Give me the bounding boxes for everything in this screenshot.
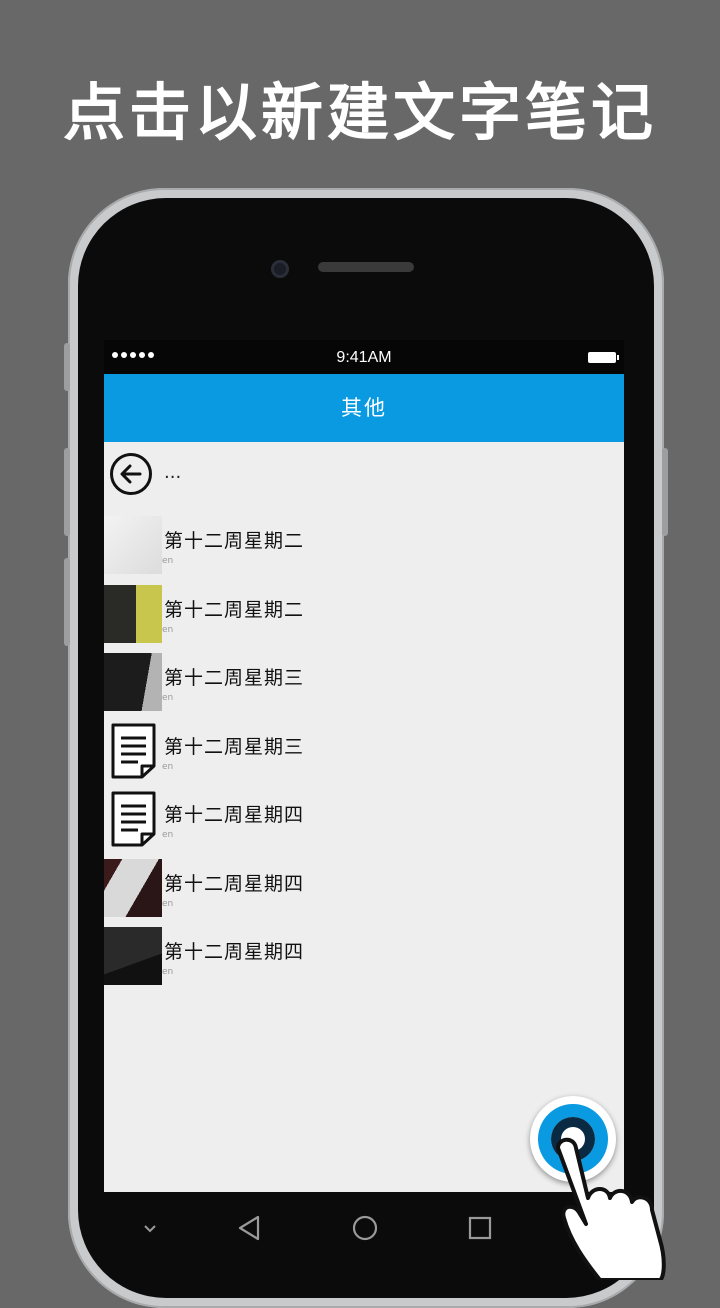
- nav-recents-icon[interactable]: [464, 1212, 496, 1244]
- status-time: 9:41AM: [336, 349, 392, 366]
- status-bar: 9:41AM: [104, 340, 624, 374]
- note-subtitle: en: [162, 830, 174, 840]
- nav-back-icon[interactable]: [234, 1212, 266, 1244]
- note-thumbnail: [104, 516, 162, 574]
- note-title: 第十二周星期四: [164, 941, 305, 963]
- note-title: 第十二周星期四: [164, 804, 305, 826]
- battery-icon: [588, 352, 619, 363]
- promo-headline: 点击以新建文字笔记: [62, 76, 657, 149]
- note-subtitle: en: [162, 967, 174, 977]
- note-item[interactable]: 第十二周星期四 en: [104, 921, 624, 990]
- document-icon: [111, 723, 156, 778]
- note-item[interactable]: 第十二周星期二 en: [104, 510, 624, 579]
- note-item[interactable]: 第十二周星期三 en: [104, 647, 624, 716]
- note-subtitle: en: [162, 556, 174, 566]
- note-item[interactable]: 第十二周星期三 en: [104, 716, 624, 785]
- back-button[interactable]: [110, 453, 152, 495]
- nav-collapse-icon[interactable]: [134, 1212, 166, 1244]
- notes-list: 第十二周星期二 en 第十二周星期二 en 第十二周星期三 en 第十二周星期三…: [104, 510, 624, 990]
- back-row-label: ...: [164, 462, 182, 483]
- note-item[interactable]: 第十二周星期四 en: [104, 853, 624, 922]
- note-item[interactable]: 第十二周星期四 en: [104, 784, 624, 853]
- earpiece-speaker: [318, 262, 414, 272]
- app-bar-title: 其他: [341, 396, 387, 420]
- phone-power-button: [662, 448, 668, 536]
- note-title: 第十二周星期三: [164, 735, 305, 758]
- note-thumbnail: [104, 927, 162, 985]
- nav-home-icon[interactable]: [349, 1212, 381, 1244]
- note-thumbnail: [104, 653, 162, 711]
- phone-mute-switch: [64, 343, 70, 391]
- tapping-hand-icon: [556, 1137, 666, 1280]
- note-item[interactable]: 第十二周星期二 en: [104, 579, 624, 648]
- phone-volume-down: [64, 558, 70, 646]
- note-subtitle: en: [162, 761, 174, 772]
- note-title: 第十二周星期二: [164, 530, 305, 552]
- back-arrow-icon: [120, 464, 142, 484]
- note-thumbnail: [104, 858, 162, 917]
- note-subtitle: en: [162, 693, 174, 703]
- note-title: 第十二周星期四: [164, 872, 305, 895]
- app-screen: 9:41AM 其他 ... 第十二周星期二 en 第十二周星期二 en 第十二周…: [104, 340, 624, 1192]
- note-title: 第十二周星期二: [164, 598, 305, 621]
- back-row[interactable]: ...: [104, 442, 624, 510]
- note-subtitle: en: [162, 898, 174, 909]
- app-bar: 其他: [104, 374, 624, 442]
- note-thumbnail: [104, 584, 162, 643]
- document-icon: [111, 791, 156, 847]
- front-camera: [271, 260, 289, 278]
- note-title: 第十二周星期三: [164, 667, 305, 689]
- note-subtitle: en: [162, 624, 174, 635]
- phone-volume-up: [64, 448, 70, 536]
